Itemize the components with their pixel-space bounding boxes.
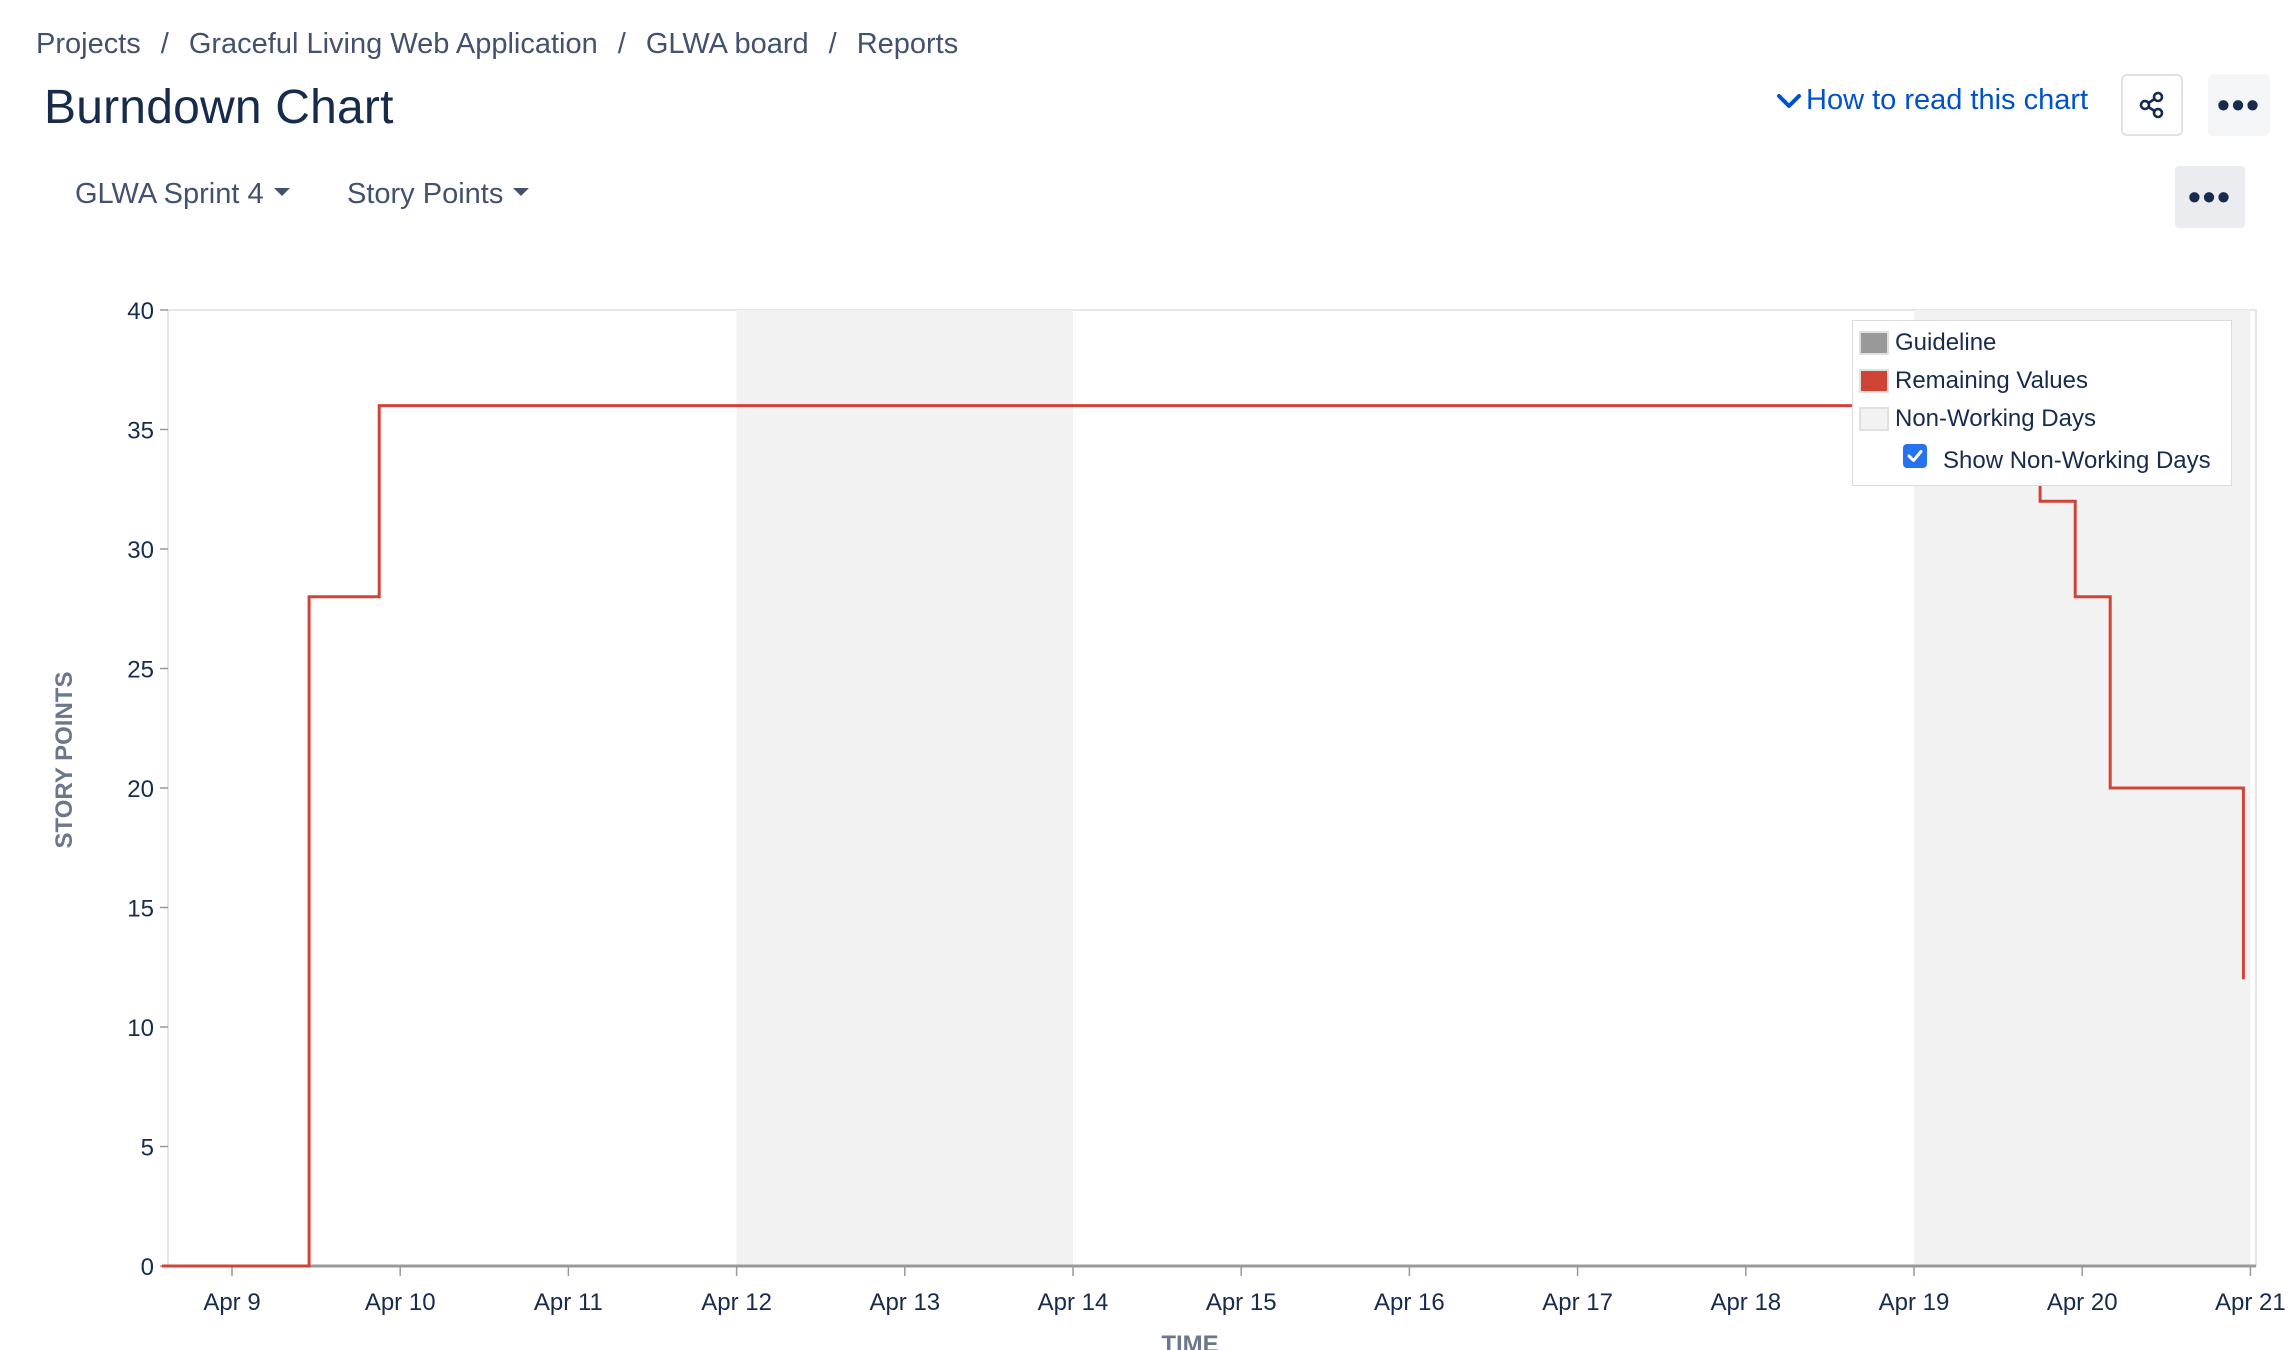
x-tick-label: Apr 13 xyxy=(869,1289,940,1316)
non-working-band xyxy=(736,310,1073,1266)
y-tick-label: 15 xyxy=(127,896,154,923)
x-tick-label: Apr 20 xyxy=(2047,1289,2118,1316)
checkbox-checked-icon[interactable] xyxy=(1903,444,1927,468)
y-axis-title: STORY POINTS xyxy=(51,672,78,849)
x-tick-label: Apr 12 xyxy=(701,1289,772,1316)
legend-item-remaining[interactable]: Remaining Values xyxy=(1859,367,2088,395)
remaining-swatch xyxy=(1859,369,1889,393)
legend-label: Remaining Values xyxy=(1895,367,2088,394)
x-tick-label: Apr 18 xyxy=(1710,1289,1781,1316)
legend-item-guideline[interactable]: Guideline xyxy=(1859,329,1996,357)
x-tick-label: Apr 21 xyxy=(2215,1289,2286,1316)
show-non-working-days-toggle[interactable]: Show Non-Working Days xyxy=(1903,444,2211,475)
y-tick-label: 40 xyxy=(127,298,154,325)
burndown-chart: 0 5 10 15 20 25 30 35 40 Apr 9 Apr 10 Apr 11 Apr 12 A… xyxy=(51,298,2286,1350)
x-tick-label: Apr 9 xyxy=(203,1289,260,1316)
legend-label: Non-Working Days xyxy=(1895,405,2096,432)
y-tick-label: 35 xyxy=(127,418,154,445)
show-non-working-days-label: Show Non-Working Days xyxy=(1943,447,2211,474)
x-tick-label: Apr 19 xyxy=(1879,1289,1950,1316)
y-tick-label: 30 xyxy=(127,537,154,564)
chart-legend: Guideline Remaining Values Non-Working D… xyxy=(1852,320,2232,486)
y-tick-label: 20 xyxy=(127,776,154,803)
legend-label: Guideline xyxy=(1895,329,1997,356)
non-working-swatch xyxy=(1859,407,1889,431)
x-tick-label: Apr 15 xyxy=(1206,1289,1277,1316)
y-tick-label: 10 xyxy=(127,1015,154,1042)
y-tick-label: 5 xyxy=(141,1135,154,1162)
x-tick-label: Apr 10 xyxy=(365,1289,436,1316)
guideline-swatch xyxy=(1859,331,1889,355)
x-tick-label: Apr 11 xyxy=(534,1289,603,1316)
y-tick-label: 25 xyxy=(127,657,154,684)
x-tick-label: Apr 16 xyxy=(1374,1289,1445,1316)
x-axis-title: TIME xyxy=(1161,1331,1218,1350)
y-tick-label: 0 xyxy=(141,1254,154,1281)
x-tick-label: Apr 14 xyxy=(1038,1289,1109,1316)
x-tick-label: Apr 17 xyxy=(1542,1289,1613,1316)
legend-item-non-working[interactable]: Non-Working Days xyxy=(1859,405,2096,433)
